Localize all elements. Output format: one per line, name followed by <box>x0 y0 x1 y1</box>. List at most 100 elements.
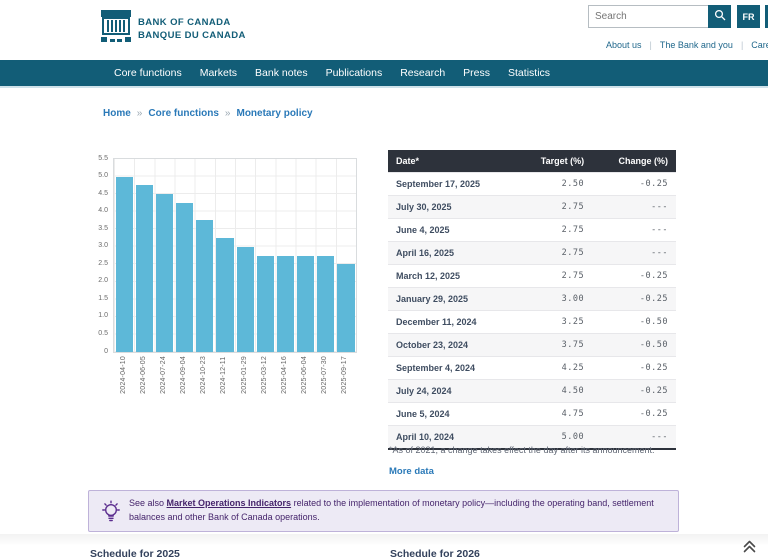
breadcrumb-item-monetary-policy[interactable]: Monetary policy <box>236 108 312 119</box>
bar-2025-01-29[interactable] <box>237 247 254 352</box>
bar-slot <box>215 159 235 352</box>
bar-2025-03-12[interactable] <box>257 256 274 353</box>
cell-change: --- <box>592 219 676 242</box>
column-header-change: Change (%) <box>592 150 676 173</box>
market-operations-callout: See also Market Operations Indicators re… <box>88 490 679 532</box>
table-row: December 11, 20243.25-0.50 <box>388 311 676 334</box>
cell-target: 2.75 <box>516 265 592 288</box>
column-header-date: Date* <box>388 150 516 173</box>
x-label-slot: 2025-09-17 <box>335 356 355 394</box>
y-axis-label: 2.5 <box>85 260 108 267</box>
cell-change: -0.25 <box>592 265 676 288</box>
secondary-link-about-us[interactable]: About us <box>606 40 642 50</box>
breadcrumb: Home » Core functions » Monetary policy <box>103 108 313 119</box>
cell-target: 4.25 <box>516 357 592 380</box>
table-row: March 12, 20252.75-0.25 <box>388 265 676 288</box>
nav-item-markets[interactable]: Markets <box>191 67 246 79</box>
cell-date: December 11, 2024 <box>388 311 516 334</box>
x-label-slot: 2024-12-11 <box>214 356 234 394</box>
x-axis-label: 2025-04-16 <box>281 356 288 394</box>
bar-slot <box>195 159 215 352</box>
bank-building-icon <box>101 10 131 49</box>
table-body: September 17, 20252.50 -0.25 July 30, 2025… <box>388 173 676 450</box>
search-box <box>588 5 731 28</box>
nav-item-statistics[interactable]: Statistics <box>499 67 559 79</box>
cell-target: 2.50 <box>516 173 592 196</box>
scroll-to-top-button[interactable] <box>741 539 758 557</box>
cell-change: --- <box>592 242 676 265</box>
x-axis-label: 2024-04-10 <box>120 356 127 394</box>
x-label-slot: 2025-01-29 <box>234 356 254 394</box>
breadcrumb-item-core-functions[interactable]: Core functions <box>148 108 219 119</box>
search-button[interactable] <box>708 5 731 28</box>
policy-rate-table: Date* Target (%) Change (%) September 17… <box>388 150 676 450</box>
breadcrumb-separator: » <box>225 108 231 119</box>
bank-of-canada-logo[interactable]: BANK OF CANADA BANQUE DU CANADA <box>101 10 246 49</box>
search-icon <box>714 9 726 24</box>
market-operations-indicators-link[interactable]: Market Operations Indicators <box>167 498 292 508</box>
nav-item-bank-notes[interactable]: Bank notes <box>246 67 317 79</box>
separator: | <box>741 40 743 50</box>
bar-slot <box>255 159 275 352</box>
chart-plot-area <box>113 158 357 353</box>
bar-slot <box>175 159 195 352</box>
table-footnote: *As of 2021, a change takes effect the d… <box>389 445 679 455</box>
breadcrumb-separator: » <box>137 108 143 119</box>
bar-2024-06-05[interactable] <box>136 185 153 352</box>
y-axis-label: 3.5 <box>85 225 108 232</box>
secondary-link-the-bank-and-you[interactable]: The Bank and you <box>660 40 733 50</box>
cell-target: 4.75 <box>516 403 592 426</box>
x-axis-labels: 2024-04-102024-06-052024-07-242024-09-04… <box>113 356 355 394</box>
nav-item-research[interactable]: Research <box>391 67 454 79</box>
logo-line-fr: BANQUE DU CANADA <box>138 30 246 42</box>
bar-2025-09-17[interactable] <box>337 264 354 352</box>
bar-slot <box>114 159 134 352</box>
secondary-link-careers[interactable]: Careers <box>751 40 768 50</box>
bar-2024-10-23[interactable] <box>196 220 213 352</box>
table-row: July 30, 20252.75--- <box>388 196 676 219</box>
y-axis-label: 0 <box>85 348 108 355</box>
bar-slot <box>336 159 356 352</box>
cell-change: -0.50 <box>592 334 676 357</box>
cell-date: June 4, 2025 <box>388 219 516 242</box>
cell-target: 3.25 <box>516 311 592 334</box>
x-label-slot: 2024-10-23 <box>194 356 214 394</box>
bar-2025-06-04[interactable] <box>297 256 314 353</box>
x-axis-label: 2024-06-05 <box>140 356 147 394</box>
x-axis-label: 2025-06-04 <box>301 356 308 394</box>
y-axis-label: 1.0 <box>85 312 108 319</box>
bar-2025-07-30[interactable] <box>317 256 334 353</box>
cell-change: -0.25 <box>592 403 676 426</box>
x-label-slot: 2025-03-12 <box>254 356 274 394</box>
table-row: October 23, 20243.75-0.50 <box>388 334 676 357</box>
more-data-link[interactable]: More data <box>389 466 434 477</box>
policy-rate-chart: 2024-04-102024-06-052024-07-242024-09-04… <box>85 150 357 422</box>
y-axis-label: 0.5 <box>85 330 108 337</box>
nav-item-publications[interactable]: Publications <box>317 67 392 79</box>
double-chevron-up-icon <box>741 541 758 557</box>
y-axis-label: 3.0 <box>85 242 108 249</box>
nav-item-press[interactable]: Press <box>454 67 499 79</box>
cell-target: 4.50 <box>516 380 592 403</box>
callout-text: See also Market Operations Indicators re… <box>129 497 669 524</box>
column-header-target: Target (%) <box>516 150 592 173</box>
bar-slot <box>134 159 154 352</box>
nav-item-core-functions[interactable]: Core functions <box>105 67 191 79</box>
schedule-2026-heading: Schedule for 2026 <box>390 548 480 557</box>
bar-2024-09-04[interactable] <box>176 203 193 352</box>
table-row: June 5, 20244.75-0.25 <box>388 403 676 426</box>
breadcrumb-item-home[interactable]: Home <box>103 108 131 119</box>
y-axis-label: 5.0 <box>85 172 108 179</box>
bar-2025-04-16[interactable] <box>277 256 294 353</box>
table-header: Date* Target (%) Change (%) <box>388 150 676 173</box>
x-label-slot: 2025-04-16 <box>274 356 294 394</box>
bar-2024-04-10[interactable] <box>116 177 133 352</box>
bar-2024-12-11[interactable] <box>216 238 233 352</box>
search-input[interactable] <box>588 5 708 28</box>
cell-change: -0.25 <box>592 380 676 403</box>
bar-slot <box>154 159 174 352</box>
x-label-slot: 2025-06-04 <box>295 356 315 394</box>
language-toggle-button[interactable]: FR <box>737 5 760 28</box>
cell-date: September 17, 2025 <box>388 173 516 196</box>
bar-2024-07-24[interactable] <box>156 194 173 352</box>
